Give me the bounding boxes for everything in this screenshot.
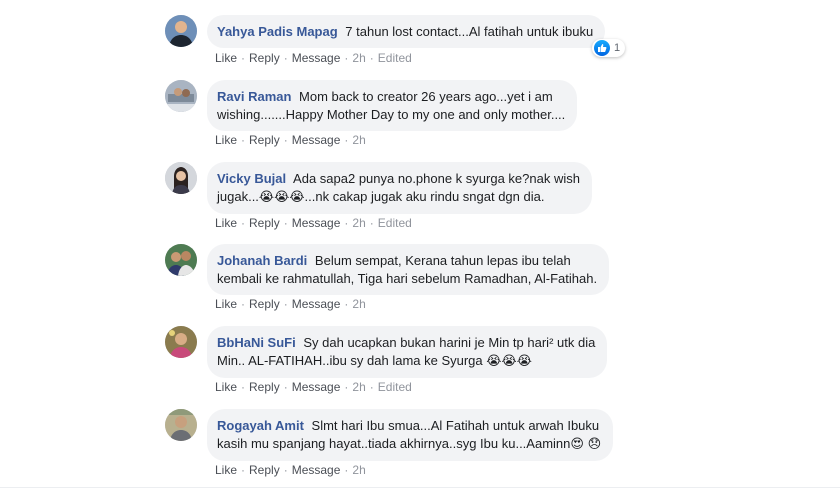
- crying-face-icon: 😭: [289, 190, 305, 205]
- crying-face-icon: 😭: [516, 354, 532, 369]
- thumbs-up-icon: [594, 40, 610, 56]
- comment-text: Mom back to creator 26 years ago...yet i…: [299, 89, 553, 104]
- reply-link[interactable]: Reply: [249, 297, 280, 311]
- avatar[interactable]: [165, 244, 197, 276]
- comment-author[interactable]: Rogayah Amit: [217, 418, 304, 433]
- comment-bubble: BbHaNi SuFi Sy dah ucapkan bukan harini …: [207, 326, 608, 378]
- reaction-count-badge[interactable]: 1: [592, 39, 626, 57]
- comment-author[interactable]: Johanah Bardi: [217, 253, 307, 268]
- like-link[interactable]: Like: [215, 297, 237, 311]
- reaction-count: 1: [614, 42, 621, 54]
- crying-face-icon: 😭: [274, 190, 290, 205]
- edited-label[interactable]: Edited: [378, 51, 412, 65]
- edited-label[interactable]: Edited: [378, 216, 412, 230]
- like-link[interactable]: Like: [215, 133, 237, 147]
- heart-eyes-icon: 😍: [570, 437, 584, 452]
- message-link[interactable]: Message: [292, 380, 341, 394]
- comment-text: Ada sapa2 punya no.phone k syurga ke?nak…: [293, 171, 580, 186]
- crying-face-icon: 😭: [486, 354, 502, 369]
- crying-face-icon: 😭: [258, 190, 275, 205]
- comment-text: Min.. AL-FATIHAH..ibu sy dah lama ke Syu…: [217, 353, 483, 368]
- message-link[interactable]: Message: [292, 133, 341, 147]
- comment-actions: Like · Reply · Message · 2h: [215, 297, 366, 311]
- comment-timestamp[interactable]: 2h: [352, 51, 365, 65]
- comment-text: ...nk cakap jugak aku rindu sngat dgn di…: [304, 189, 545, 204]
- comment-text: kasih mu spanjang hayat..tiada akhirnya.…: [217, 436, 571, 451]
- comment-actions: Like · Reply · Message · 2h: [215, 463, 366, 477]
- message-link[interactable]: Message: [292, 216, 341, 230]
- reply-link[interactable]: Reply: [249, 463, 280, 477]
- like-link[interactable]: Like: [215, 463, 237, 477]
- like-link[interactable]: Like: [215, 51, 237, 65]
- message-link[interactable]: Message: [292, 51, 341, 65]
- comment-text: Belum sempat, Kerana tahun lepas ibu tel…: [314, 253, 571, 268]
- reply-link[interactable]: Reply: [249, 51, 280, 65]
- comment-text: kembali ke rahmatullah, Tiga hari sebelu…: [217, 271, 598, 286]
- message-link[interactable]: Message: [292, 297, 341, 311]
- comment-text: 7 tahun lost contact...Al fatihah untuk …: [345, 24, 594, 39]
- comment-actions: Like · Reply · Message · 2h: [215, 133, 366, 147]
- message-link[interactable]: Message: [292, 463, 341, 477]
- like-link[interactable]: Like: [215, 216, 237, 230]
- avatar[interactable]: [165, 326, 197, 358]
- reply-link[interactable]: Reply: [249, 133, 280, 147]
- comment-bubble: Johanah Bardi Belum sempat, Kerana tahun…: [207, 244, 610, 295]
- comment-text: jugak...: [217, 189, 259, 204]
- reply-link[interactable]: Reply: [249, 380, 280, 394]
- comment-timestamp[interactable]: 2h: [352, 380, 365, 394]
- comment-timestamp[interactable]: 2h: [352, 297, 365, 311]
- comment-text: wishing.......Happy Mother Day to my one…: [217, 107, 566, 122]
- comment-text: Sy dah ucapkan bukan harini je Min tp ha…: [303, 335, 596, 350]
- like-link[interactable]: Like: [215, 380, 237, 394]
- disappointed-face-icon: 😞: [587, 437, 602, 452]
- avatar[interactable]: [165, 162, 197, 194]
- avatar[interactable]: [165, 409, 197, 441]
- avatar[interactable]: [165, 15, 197, 47]
- comment-bubble: Yahya Padis Mapag 7 tahun lost contact..…: [207, 15, 606, 48]
- comment-author[interactable]: Ravi Raman: [217, 89, 291, 104]
- comment-bubble: Rogayah Amit Slmt hari Ibu smua...Al Fat…: [207, 409, 614, 461]
- avatar[interactable]: [165, 80, 197, 112]
- comment-text: Slmt hari Ibu smua...Al Fatihah untuk ar…: [311, 418, 600, 433]
- comment-bubble: Vicky Bujal Ada sapa2 punya no.phone k s…: [207, 162, 592, 214]
- comment-author[interactable]: BbHaNi SuFi: [217, 335, 296, 350]
- comment-bubble: Ravi Raman Mom back to creator 26 years …: [207, 80, 578, 131]
- comment-actions: Like · Reply · Message · 2h · Edited: [215, 216, 412, 230]
- edited-label[interactable]: Edited: [378, 380, 412, 394]
- comment-author[interactable]: Vicky Bujal: [217, 171, 286, 186]
- reply-link[interactable]: Reply: [249, 216, 280, 230]
- comment-author[interactable]: Yahya Padis Mapag: [217, 24, 338, 39]
- comment-timestamp[interactable]: 2h: [352, 463, 365, 477]
- comment-feed: Yahya Padis Mapag 7 tahun lost contact..…: [0, 0, 840, 488]
- comment-timestamp[interactable]: 2h: [352, 133, 365, 147]
- comment-timestamp[interactable]: 2h: [352, 216, 365, 230]
- comment-actions: Like · Reply · Message · 2h · Edited: [215, 51, 412, 65]
- comment-actions: Like · Reply · Message · 2h · Edited: [215, 380, 412, 394]
- crying-face-icon: 😭: [501, 354, 517, 369]
